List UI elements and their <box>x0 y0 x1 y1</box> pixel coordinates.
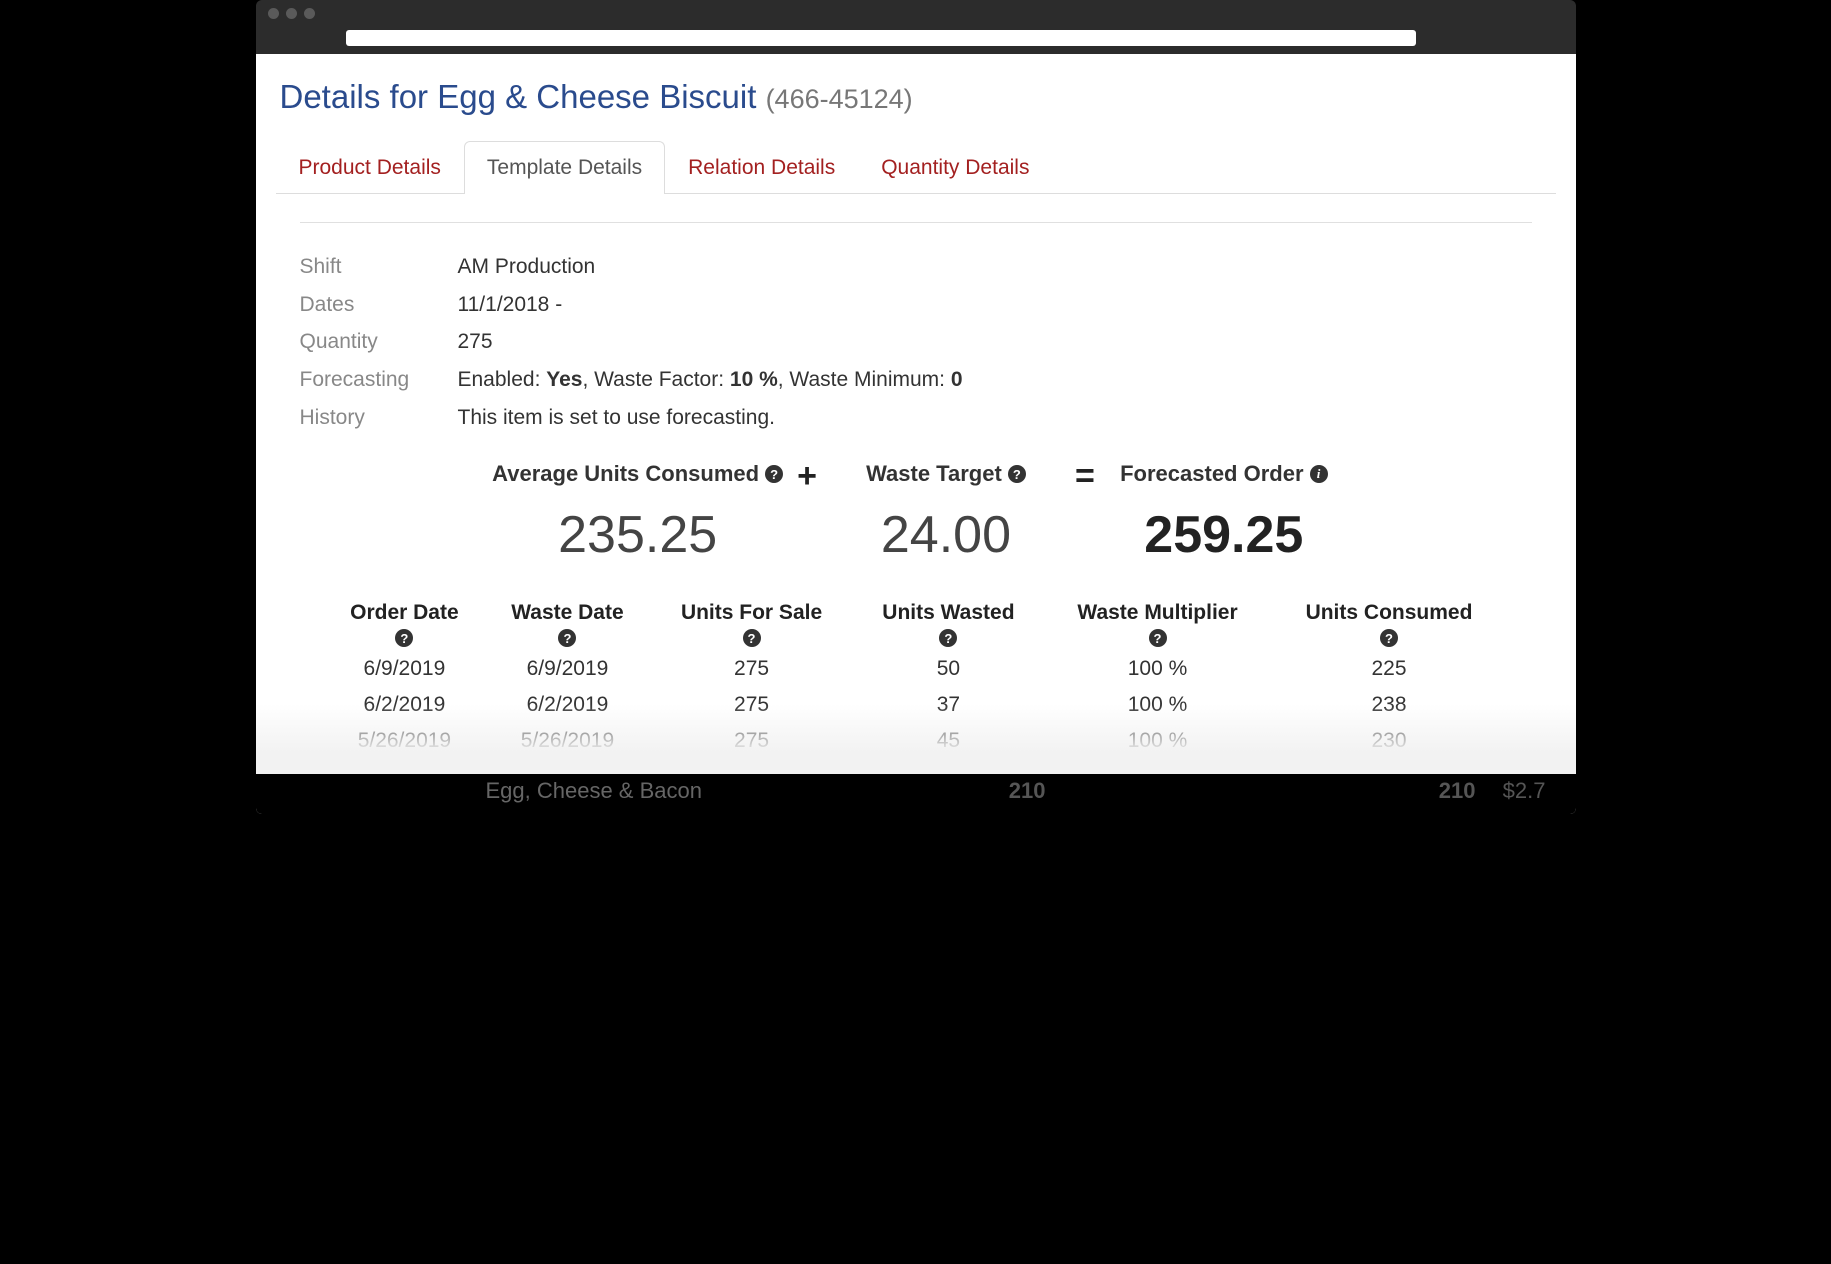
close-window-icon[interactable] <box>268 8 279 19</box>
tab-product-details[interactable]: Product Details <box>276 141 464 194</box>
meta-value-dates: 11/1/2018 - <box>458 287 563 323</box>
col-units-wasted: Units Wasted? <box>853 595 1044 651</box>
cell-waste-multiplier: 100 % <box>1044 687 1271 723</box>
formula-avg-label: Average Units Consumed ? <box>492 461 783 487</box>
help-icon[interactable]: ? <box>939 629 957 647</box>
formula-waste-label: Waste Target ? <box>866 461 1026 487</box>
col-units-for-sale: Units For Sale? <box>650 595 853 651</box>
cell-units-consumed: 230 <box>1271 723 1507 759</box>
help-icon[interactable]: ? <box>1008 465 1026 483</box>
peek-qty-2: 210 <box>1336 778 1476 804</box>
formula-forecasted-order: Forecasted Order i 259.25 <box>1109 461 1339 565</box>
title-prefix: Details for <box>280 78 438 115</box>
product-name: Egg & Cheese Biscuit <box>437 78 756 115</box>
meta-value-history: This item is set to use forecasting. <box>458 400 775 436</box>
meta-forecasting: Forecasting Enabled: Yes, Waste Factor: … <box>300 362 1532 398</box>
meta-dates: Dates 11/1/2018 - <box>300 287 1532 323</box>
cell-waste-multiplier: 100 % <box>1044 651 1271 687</box>
table-row: 5/26/20195/26/201927545100 %230 <box>324 723 1507 759</box>
tab-bar: Product Details Template Details Relatio… <box>276 140 1556 194</box>
cell-units-consumed: 225 <box>1271 651 1507 687</box>
help-icon[interactable]: ? <box>765 465 783 483</box>
cell-order-date: 6/2/2019 <box>324 687 485 723</box>
formula-waste-target: Waste Target ? 24.00 <box>831 461 1061 565</box>
divider <box>300 222 1532 223</box>
template-details-panel: Shift AM Production Dates 11/1/2018 - Qu… <box>276 194 1556 795</box>
cell-waste-date: 6/2/2019 <box>485 687 651 723</box>
help-icon[interactable]: ? <box>1380 629 1398 647</box>
meta-value-quantity: 275 <box>458 324 493 360</box>
meta-label-history: History <box>300 400 458 436</box>
help-icon[interactable]: ? <box>395 629 413 647</box>
info-icon[interactable]: i <box>1310 465 1328 483</box>
tab-relation-details[interactable]: Relation Details <box>665 141 858 194</box>
meta-value-forecasting: Enabled: Yes, Waste Factor: 10 %, Waste … <box>458 362 963 398</box>
col-waste-multiplier: Waste Multiplier? <box>1044 595 1271 651</box>
cell-waste-multiplier: 100 % <box>1044 723 1271 759</box>
cell-units-consumed: 238 <box>1271 687 1507 723</box>
forecasting-enabled: Yes <box>546 368 582 391</box>
peek-product-name: Egg, Cheese & Bacon <box>486 778 906 804</box>
meta-label-dates: Dates <box>300 287 458 323</box>
cell-units-wasted: 45 <box>853 723 1044 759</box>
maximize-window-icon[interactable] <box>304 8 315 19</box>
col-waste-date: Waste Date? <box>485 595 651 651</box>
help-icon[interactable]: ? <box>1149 629 1167 647</box>
peek-price: $2.7 <box>1476 778 1546 804</box>
meta-quantity: Quantity 275 <box>300 324 1532 360</box>
background-list-row: Egg, Cheese & Bacon 210 210 $2.7 <box>256 774 1576 814</box>
meta-label-forecasting: Forecasting <box>300 362 458 398</box>
tab-template-details[interactable]: Template Details <box>464 141 665 194</box>
browser-frame: Details for Egg & Cheese Biscuit (466-45… <box>256 0 1576 834</box>
cell-units-for-sale: 275 <box>650 651 853 687</box>
table-header-row: Order Date? Waste Date? Units For Sale? … <box>324 595 1507 651</box>
col-units-consumed: Units Consumed? <box>1271 595 1507 651</box>
meta-label-shift: Shift <box>300 249 458 285</box>
forecasting-min: 0 <box>951 368 963 391</box>
cell-waste-date: 6/9/2019 <box>485 651 651 687</box>
help-icon[interactable]: ? <box>558 629 576 647</box>
col-order-date: Order Date? <box>324 595 485 651</box>
meta-label-quantity: Quantity <box>300 324 458 360</box>
meta-value-shift: AM Production <box>458 249 596 285</box>
equals-icon: = <box>1075 461 1095 491</box>
meta-history: History This item is set to use forecast… <box>300 400 1532 436</box>
cell-order-date: 5/26/2019 <box>324 723 485 759</box>
formula-forecast-value: 259.25 <box>1109 505 1339 565</box>
cell-units-wasted: 50 <box>853 651 1044 687</box>
cell-units-wasted: 37 <box>853 687 1044 723</box>
forecast-formula: Average Units Consumed ? 235.25 + Waste … <box>300 461 1532 565</box>
minimize-window-icon[interactable] <box>286 8 297 19</box>
page-title: Details for Egg & Cheese Biscuit (466-45… <box>276 78 1556 116</box>
cell-units-for-sale: 275 <box>650 687 853 723</box>
product-sku: (466-45124) <box>766 84 913 114</box>
plus-icon: + <box>797 461 817 491</box>
cell-units-for-sale: 275 <box>650 723 853 759</box>
address-bar[interactable] <box>346 30 1416 46</box>
table-row: 6/2/20196/2/201927537100 %238 <box>324 687 1507 723</box>
window-titlebar <box>256 0 1576 26</box>
formula-forecast-label: Forecasted Order i <box>1120 461 1327 487</box>
formula-avg-value: 235.25 <box>492 505 783 565</box>
cell-waste-date: 5/26/2019 <box>485 723 651 759</box>
browser-toolbar <box>256 26 1576 54</box>
forecasting-factor: 10 % <box>730 368 778 391</box>
meta-shift: Shift AM Production <box>300 249 1532 285</box>
cell-order-date: 6/9/2019 <box>324 651 485 687</box>
formula-waste-value: 24.00 <box>831 505 1061 565</box>
history-table: Order Date? Waste Date? Units For Sale? … <box>324 595 1507 795</box>
table-row: 6/9/20196/9/201927550100 %225 <box>324 651 1507 687</box>
tab-quantity-details[interactable]: Quantity Details <box>858 141 1052 194</box>
page-content: Details for Egg & Cheese Biscuit (466-45… <box>256 54 1576 814</box>
peek-qty-1: 210 <box>906 778 1046 804</box>
formula-avg-consumed: Average Units Consumed ? 235.25 <box>492 461 783 565</box>
help-icon[interactable]: ? <box>743 629 761 647</box>
